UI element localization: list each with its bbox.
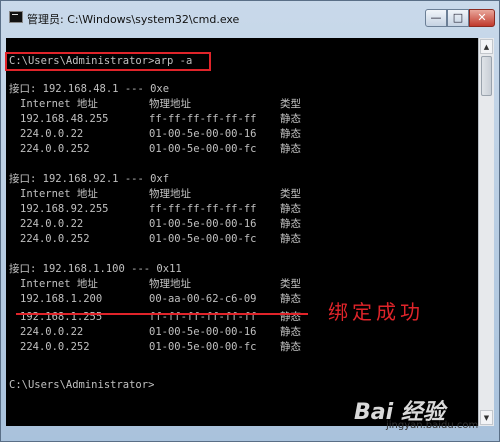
arp-ip: 192.168.48.255 [20,113,109,125]
arp-mac: 01-00-5e-00-00-16 [149,128,257,140]
interface-header: 接口: 192.168.92.1 --- 0xf [9,173,170,185]
arp-mac: 01-00-5e-00-00-fc [149,143,257,155]
console-output[interactable]: C:\Users\Administrator>arp -a 接口: 192.16… [6,38,478,426]
column-type: 类型 [280,188,301,200]
arp-ip: 192.168.1.200 [20,293,103,305]
column-physical-address: 物理地址 [149,188,191,200]
arp-mac: 01-00-5e-00-00-16 [149,326,257,338]
arp-ip: 224.0.0.252 [20,143,90,155]
arp-mac: 01-00-5e-00-00-fc [149,233,257,245]
arp-mac: 01-00-5e-00-00-fc [149,341,257,353]
arp-type: 静态 [280,293,301,305]
arp-type: 静态 [280,341,301,353]
cmd-icon [9,11,23,23]
arp-mac: ff-ff-ff-ff-ff-ff [149,203,257,215]
close-button[interactable]: ✕ [469,9,495,27]
interface-header: 接口: 192.168.48.1 --- 0xe [9,83,170,95]
arp-type: 静态 [280,218,301,230]
window-title: 管理员: C:\Windows\system32\cmd.exe [27,13,240,26]
arp-mac: ff-ff-ff-ff-ff-ff [149,113,257,125]
column-physical-address: 物理地址 [149,98,191,110]
title-bar[interactable]: 管理员: C:\Windows\system32\cmd.exe — □ ✕ [1,1,499,37]
column-internet-address: Internet 地址 [20,98,98,110]
column-internet-address: Internet 地址 [20,278,98,290]
arp-type: 静态 [280,128,301,140]
arp-type: 静态 [280,233,301,245]
minimize-button[interactable]: — [425,9,447,27]
arp-ip: 224.0.0.22 [20,218,84,230]
scroll-up-arrow-icon[interactable]: ▲ [480,39,493,54]
arp-ip: 192.168.92.255 [20,203,109,215]
command-highlight-box [5,52,211,71]
arp-type: 静态 [280,203,301,215]
scroll-thumb[interactable] [481,56,492,96]
column-type: 类型 [280,98,301,110]
arp-mac: 01-00-5e-00-00-16 [149,218,257,230]
arp-ip: 224.0.0.22 [20,128,84,140]
column-internet-address: Internet 地址 [20,188,98,200]
arp-type: 静态 [280,143,301,155]
arp-type: 静态 [280,113,301,125]
column-physical-address: 物理地址 [149,278,191,290]
command-prompt: C:\Users\Administrator> [9,379,155,391]
arp-mac: 00-aa-00-62-c6-09 [149,293,257,305]
interface-header: 接口: 192.168.1.100 --- 0x11 [9,263,182,275]
arp-ip: 224.0.0.252 [20,233,90,245]
arp-ip: 224.0.0.252 [20,341,90,353]
watermark-site: jingyan.baidu.com [386,420,479,431]
binding-success-annotation: 绑定成功 [328,300,424,324]
binding-underline [16,313,308,315]
maximize-button[interactable]: □ [447,9,469,27]
arp-ip: 224.0.0.22 [20,326,84,338]
vertical-scrollbar[interactable]: ▲ ▼ [478,38,494,426]
column-type: 类型 [280,278,301,290]
arp-type: 静态 [280,326,301,338]
scroll-down-arrow-icon[interactable]: ▼ [480,410,493,425]
